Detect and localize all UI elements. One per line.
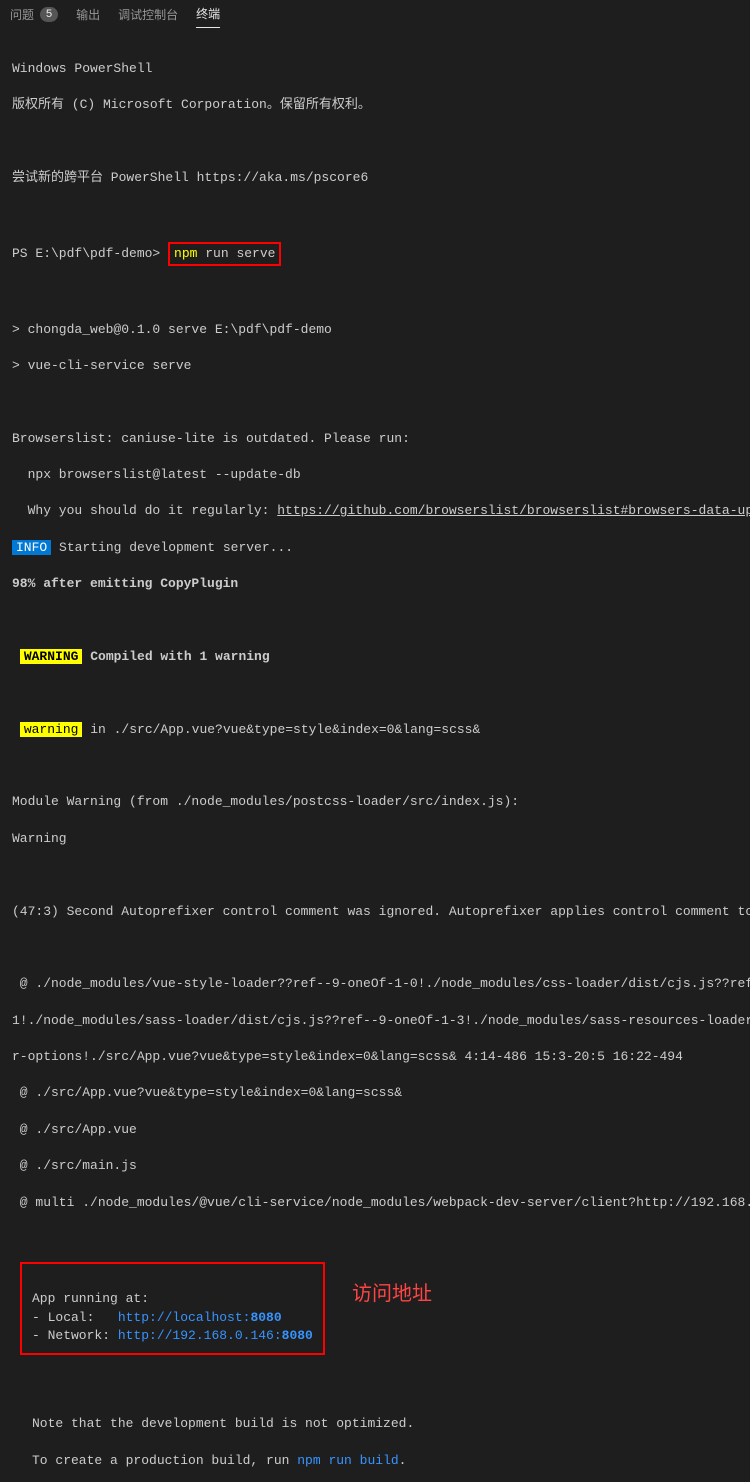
tab-problems-label: 问题 xyxy=(10,7,34,24)
info-tag: INFO xyxy=(12,540,51,555)
browserslist-2: npx browserslist@latest --update-db xyxy=(12,466,738,484)
cmd-rest: run serve xyxy=(197,246,275,261)
app-running-box: App running at: - Local: http://localhos… xyxy=(20,1262,325,1355)
terminal-output[interactable]: Windows PowerShell 版权所有 (C) Microsoft Co… xyxy=(0,34,750,1482)
command-highlight-box: npm run serve xyxy=(168,242,281,266)
browserslist-1: Browserslist: caniuse-lite is outdated. … xyxy=(12,430,738,448)
stack-1: @ ./node_modules/vue-style-loader??ref--… xyxy=(12,975,738,993)
blank xyxy=(12,133,738,151)
note-2c: . xyxy=(399,1453,407,1468)
stack-6: @ ./src/main.js xyxy=(12,1157,738,1175)
module-warning-2: Warning xyxy=(12,830,738,848)
serve-line-2: > vue-cli-service serve xyxy=(12,357,738,375)
stack-2: 1!./node_modules/sass-loader/dist/cjs.js… xyxy=(12,1012,738,1030)
app-running-head: App running at: xyxy=(32,1291,149,1306)
ps-header-1: Windows PowerShell xyxy=(12,60,738,78)
blank xyxy=(12,205,738,223)
tab-terminal[interactable]: 终端 xyxy=(196,6,220,28)
ps-crossplat: 尝试新的跨平台 PowerShell https://aka.ms/pscore… xyxy=(12,169,738,187)
tab-terminal-label: 终端 xyxy=(196,6,220,23)
app-running-row: App running at: - Local: http://localhos… xyxy=(12,1248,738,1361)
blank xyxy=(12,284,738,302)
browserslist-link[interactable]: https://github.com/browserslist/browsers… xyxy=(277,503,750,518)
ps-header-2: 版权所有 (C) Microsoft Corporation。保留所有权利。 xyxy=(12,96,738,114)
blank xyxy=(12,612,738,630)
ps-prompt: PS E:\pdf\pdf-demo> xyxy=(12,246,168,261)
tab-output[interactable]: 输出 xyxy=(76,7,100,28)
stack-4: @ ./src/App.vue?vue&type=style&index=0&l… xyxy=(12,1084,738,1102)
local-label: - Local: xyxy=(32,1310,118,1325)
net-url-a: http://192.168.0.146: xyxy=(118,1328,282,1343)
progress-line: 98% after emitting CopyPlugin xyxy=(12,575,738,593)
panel-tabs: 问题 5 输出 调试控制台 终端 xyxy=(0,0,750,34)
warning-in: warning in ./src/App.vue?vue&type=style&… xyxy=(12,721,738,739)
blank xyxy=(12,939,738,957)
tab-debug-label: 调试控制台 xyxy=(118,7,178,24)
note-1: Note that the development build is not o… xyxy=(32,1415,738,1433)
cmd-npm: npm xyxy=(174,246,197,261)
tab-output-label: 输出 xyxy=(76,7,100,24)
serve-line-1: > chongda_web@0.1.0 serve E:\pdf\pdf-dem… xyxy=(12,321,738,339)
note-2: To create a production build, run npm ru… xyxy=(32,1452,738,1470)
stack-7: @ multi ./node_modules/@vue/cli-service/… xyxy=(12,1194,738,1212)
prompt-line: PS E:\pdf\pdf-demo> npm run serve xyxy=(12,242,738,266)
stack-5: @ ./src/App.vue xyxy=(12,1121,738,1139)
blank xyxy=(12,866,738,884)
module-warning-1: Module Warning (from ./node_modules/post… xyxy=(12,793,738,811)
access-address-annotation: 访问地址 xyxy=(352,1280,432,1308)
tab-problems[interactable]: 问题 5 xyxy=(10,7,58,28)
build-note: Note that the development build is not o… xyxy=(12,1397,738,1482)
warning-compiled: WARNING Compiled with 1 warning xyxy=(12,648,738,666)
stack-3: r-options!./src/App.vue?vue&type=style&i… xyxy=(12,1048,738,1066)
problems-count-badge: 5 xyxy=(40,7,58,22)
info-text: Starting development server... xyxy=(51,540,293,555)
blank xyxy=(12,757,738,775)
local-url-a: http://localhost: xyxy=(118,1310,251,1325)
blank xyxy=(12,393,738,411)
browserslist-3: Why you should do it regularly: https://… xyxy=(12,502,738,520)
info-line: INFO Starting development server... xyxy=(12,539,738,557)
warning-text: Compiled with 1 warning xyxy=(82,649,269,664)
npm-run-build: npm run build xyxy=(297,1453,398,1468)
note-2a: To create a production build, run xyxy=(32,1453,297,1468)
tab-debug-console[interactable]: 调试控制台 xyxy=(118,7,178,28)
warning-tag: WARNING xyxy=(20,649,83,664)
local-url-port: 8080 xyxy=(250,1310,281,1325)
bl-why: Why you should do it regularly: xyxy=(12,503,277,518)
blank xyxy=(12,684,738,702)
warning-tag-2: warning xyxy=(20,722,83,737)
autoprefixer-msg: (47:3) Second Autoprefixer control comme… xyxy=(12,903,738,921)
net-url-port: 8080 xyxy=(282,1328,313,1343)
local-url[interactable]: http://localhost:8080 xyxy=(118,1310,282,1325)
warning-in-text: in ./src/App.vue?vue&type=style&index=0&… xyxy=(82,722,480,737)
network-url[interactable]: http://192.168.0.146:8080 xyxy=(118,1328,313,1343)
network-label: - Network: xyxy=(32,1328,118,1343)
